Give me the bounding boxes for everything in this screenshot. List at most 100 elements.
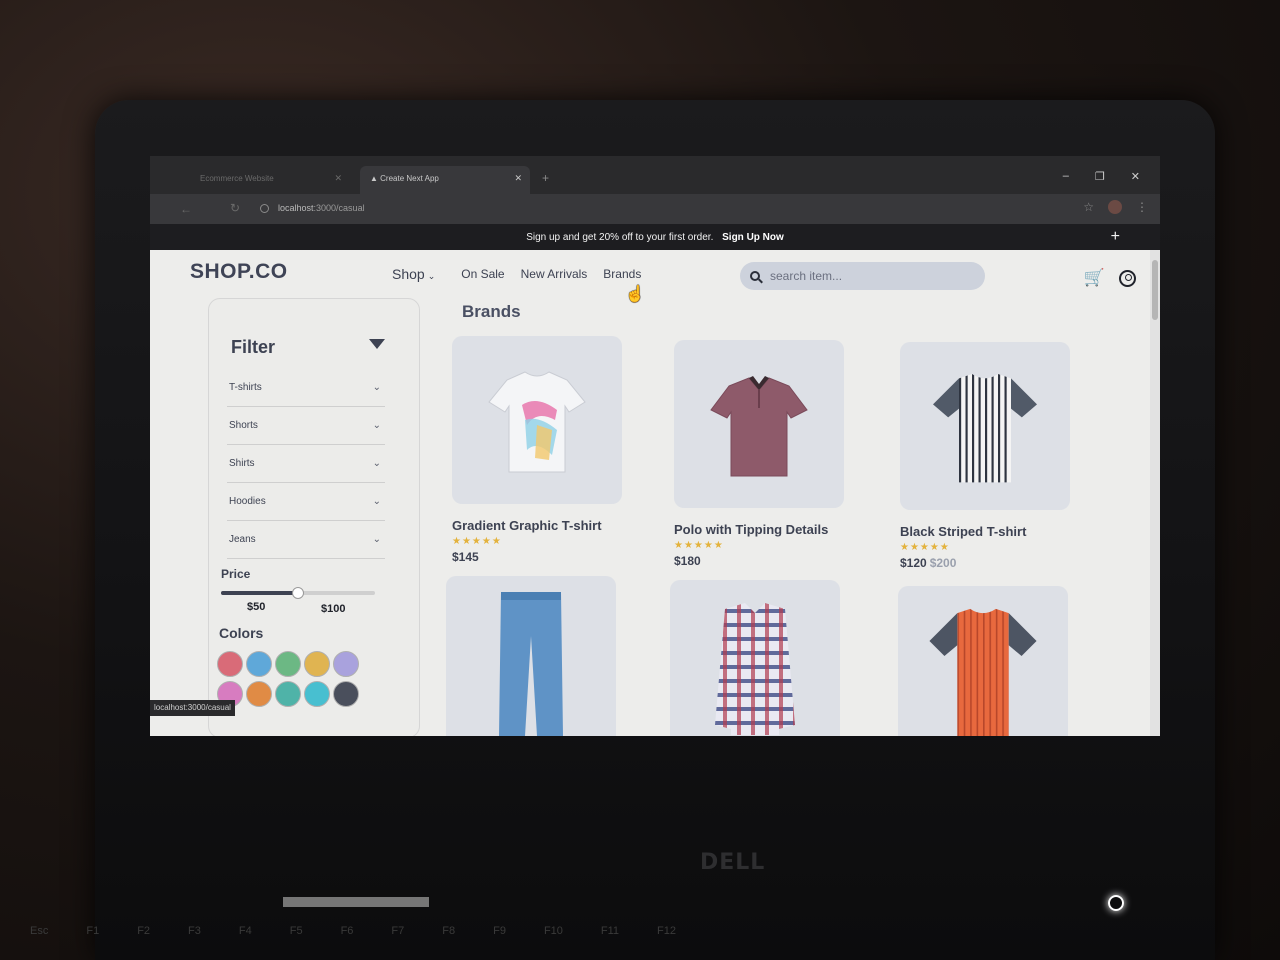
- product-image[interactable]: [898, 586, 1068, 736]
- account-icon[interactable]: [1119, 269, 1136, 287]
- category-label: Jeans: [229, 534, 256, 545]
- tab-title: Ecommerce Website: [200, 174, 274, 183]
- fkey: F12: [657, 925, 677, 937]
- promo-close-icon[interactable]: +: [1111, 228, 1120, 246]
- nav-shop-label: Shop: [392, 266, 425, 282]
- fkey: F10: [543, 925, 563, 937]
- product-name[interactable]: Black Striped T-shirt: [900, 524, 1074, 539]
- address-bar-actions: ☆ ⋮: [1083, 200, 1148, 214]
- search-input[interactable]: [770, 269, 970, 283]
- hand-cursor-icon: ☝: [625, 286, 645, 303]
- product-price-row: $120 $200: [900, 556, 1074, 570]
- fkey: F9: [493, 925, 506, 937]
- fkey: F5: [289, 925, 303, 937]
- chevron-down-icon: ⌄: [372, 496, 381, 507]
- url-host: localhost: [278, 203, 314, 213]
- site-logo[interactable]: SHOP.CO: [190, 260, 288, 284]
- category-label: Hoodies: [229, 496, 266, 507]
- price-max-label: $100: [321, 603, 346, 615]
- filter-title: Filter: [231, 337, 276, 357]
- product-price-row: $145: [452, 550, 626, 564]
- fkey: F4: [238, 925, 252, 937]
- minimize-button[interactable]: –: [1063, 170, 1069, 183]
- new-tab-button[interactable]: +: [542, 171, 549, 185]
- nav-shop-dropdown[interactable]: Shop ⌄: [392, 266, 435, 282]
- product-card[interactable]: Black Striped T-shirt ★★★★★ $120 $200: [900, 342, 1074, 570]
- category-item[interactable]: T-shirts ⌄: [227, 369, 385, 407]
- product-image[interactable]: [446, 576, 616, 736]
- scrollbar-thumb[interactable]: [1152, 260, 1158, 320]
- rating-stars-icon: ★★★★★: [900, 542, 950, 553]
- chevron-down-icon: ⌄: [427, 271, 436, 281]
- product-name[interactable]: Gradient Graphic T-shirt: [452, 518, 626, 533]
- page-scrollbar[interactable]: [1150, 250, 1160, 736]
- category-item[interactable]: Hoodies ⌄: [227, 483, 385, 521]
- category-item[interactable]: Shirts ⌄: [227, 445, 385, 483]
- jeans-image: [499, 592, 563, 736]
- site-info-icon[interactable]: [260, 204, 269, 213]
- browser-menu-icon[interactable]: ⋮: [1136, 200, 1148, 214]
- close-tab-icon[interactable]: ✕: [514, 173, 522, 184]
- color-swatch[interactable]: [275, 681, 301, 707]
- color-swatch[interactable]: [333, 681, 359, 707]
- nav-link-new-arrivals[interactable]: New Arrivals: [521, 267, 588, 281]
- product-card[interactable]: Polo with Tipping Details ★★★★★ $180: [674, 340, 848, 568]
- orange-raglan-tshirt-image: [929, 608, 1037, 736]
- bookmark-star-icon[interactable]: ☆: [1083, 200, 1094, 214]
- reload-icon[interactable]: ↻: [230, 201, 240, 215]
- product-name[interactable]: Polo with Tipping Details: [674, 522, 848, 537]
- polo-shirt-image: [710, 376, 808, 477]
- color-swatch[interactable]: [246, 681, 272, 707]
- color-swatches: [217, 651, 377, 707]
- tab-title: Create Next App: [380, 174, 439, 183]
- color-swatch[interactable]: [304, 651, 330, 677]
- chevron-down-icon: ⌄: [372, 420, 381, 431]
- search-icon: [750, 271, 760, 281]
- fkey: F6: [340, 925, 354, 937]
- close-tab-icon[interactable]: ✕: [334, 173, 342, 184]
- product-image[interactable]: [670, 580, 840, 736]
- restore-button[interactable]: ❐: [1095, 170, 1105, 183]
- cart-icon[interactable]: 🛒: [1084, 268, 1105, 288]
- profile-avatar[interactable]: [1108, 200, 1122, 214]
- color-swatch[interactable]: [246, 651, 272, 677]
- product-image[interactable]: [452, 336, 622, 504]
- product-card[interactable]: Gradient Graphic T-shirt ★★★★★ $145: [452, 336, 626, 564]
- laptop-sticker: [283, 897, 429, 907]
- category-item[interactable]: Shorts ⌄: [227, 407, 385, 445]
- filter-funnel-icon[interactable]: [369, 339, 385, 349]
- url-field[interactable]: localhost:3000/casual: [278, 203, 365, 213]
- fkey: F3: [188, 925, 201, 937]
- function-keys: Esc F1 F2 F3 F4 F5 F6 F7 F8 F9 F10 F11 F…: [30, 925, 1230, 937]
- color-swatch[interactable]: [304, 681, 330, 707]
- price-slider[interactable]: [221, 587, 375, 599]
- product-image[interactable]: [674, 340, 844, 508]
- product-price: $180: [674, 554, 701, 568]
- price-min-label: $50: [247, 601, 266, 613]
- product-card[interactable]: [670, 580, 844, 736]
- browser-tab-strip: Ecommerce Website ✕ ▲ Create Next App ✕ …: [150, 156, 1160, 194]
- color-swatch[interactable]: [333, 651, 359, 677]
- fkey: F2: [137, 925, 151, 937]
- back-arrow-icon[interactable]: ←: [180, 202, 192, 216]
- color-swatch[interactable]: [275, 651, 301, 677]
- address-bar: ← ↻ localhost:3000/casual ☆ ⋮: [150, 194, 1160, 224]
- sign-up-link[interactable]: Sign Up Now: [722, 232, 784, 243]
- product-card[interactable]: [898, 586, 1072, 736]
- product-image[interactable]: [900, 342, 1070, 510]
- nav-link-on-sale[interactable]: On Sale: [461, 267, 504, 281]
- header-actions: 🛒: [1084, 268, 1136, 288]
- browser-tab-active[interactable]: ▲ Create Next App ✕: [360, 166, 530, 194]
- category-item[interactable]: Jeans ⌄: [227, 521, 385, 559]
- color-swatch[interactable]: [217, 651, 243, 677]
- fkey: Esc: [30, 925, 49, 937]
- product-card[interactable]: [446, 576, 620, 736]
- chevron-down-icon: ⌄: [372, 534, 381, 545]
- nav-link-brands[interactable]: Brands: [603, 267, 641, 281]
- plaid-shirt-image: [715, 603, 795, 735]
- main-nav: Shop ⌄ On Sale New Arrivals Brands: [392, 266, 657, 282]
- close-window-button[interactable]: ✕: [1131, 170, 1140, 183]
- price-slider-thumb[interactable]: [292, 587, 304, 599]
- browser-tab[interactable]: Ecommerce Website ✕: [190, 166, 350, 194]
- price-slider-fill: [221, 591, 298, 595]
